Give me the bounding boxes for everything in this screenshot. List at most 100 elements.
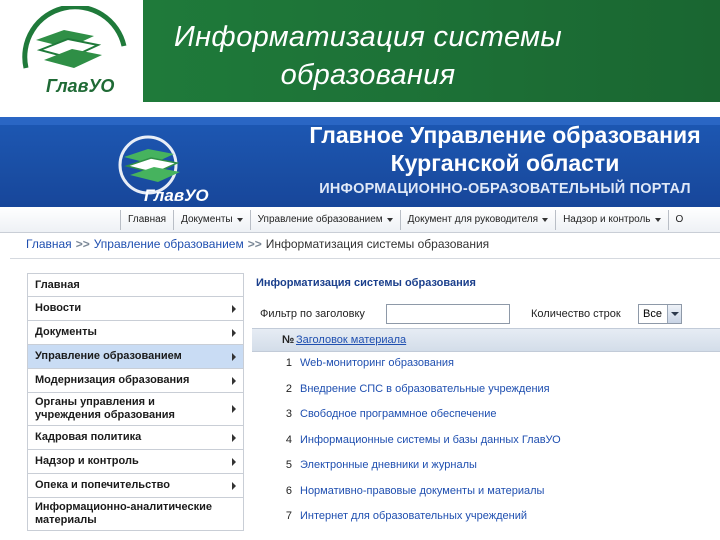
row-count-select[interactable]: Все (638, 304, 682, 324)
top-menu-item[interactable]: Надзор и контроль (555, 210, 667, 230)
column-header-title[interactable]: Заголовок материала (296, 334, 406, 346)
dropdown-button[interactable] (667, 305, 681, 323)
sidebar-item-label: Опека и попечительство (35, 479, 170, 491)
chevron-right-icon (232, 481, 236, 490)
filter-label: Фильтр по заголовку (260, 308, 365, 320)
caret-down-icon (654, 218, 661, 222)
sidebar-item-label: Главная (35, 278, 80, 291)
table-row: 2 Внедрение СПС в образовательные учрежде… (252, 378, 720, 402)
breadcrumb: Главная >> Управление образованием >> Информ… (26, 237, 489, 251)
row-number: 6 (285, 484, 292, 497)
breadcrumb-separator: >> (247, 237, 262, 251)
breadcrumb-link[interactable]: Главная (26, 237, 72, 251)
row-number: 7 (285, 510, 292, 522)
table-row: 7 Интернет для образовательных учреждений (252, 505, 720, 529)
content-divider (10, 258, 720, 259)
glavuo-logo: ГлавУО (6, 4, 138, 98)
portal-screenshot: ГлавУО Главное Управление образования Ку… (0, 117, 720, 540)
caret-down-icon (386, 218, 393, 222)
portal-subtitle: ИНФОРМАЦИОННО-ОБРАЗОВАТЕЛЬНЫЙ ПОРТАЛ (319, 181, 691, 197)
top-menu-label: Главная (128, 214, 167, 225)
breadcrumb-current: Информатизация системы образования (265, 237, 490, 251)
slide-header: ГлавУО Информатизация системы образовани… (0, 0, 720, 104)
sidebar-item[interactable]: Управление образованием (27, 345, 244, 369)
top-menu-item[interactable]: Документы (173, 210, 250, 230)
portal-header: ГлавУО Главное Управление образования Ку… (0, 117, 720, 207)
top-menu: Главная Документы Управление образованием Д… (0, 207, 720, 233)
sidebar-item[interactable]: Надзор и контроль (27, 450, 244, 474)
portal-title-line1: Главное Управление образования (309, 122, 701, 148)
column-header-number: № (282, 334, 295, 346)
sidebar-item[interactable]: Опека и попечительство (27, 474, 244, 498)
sidebar-item-label: Новости (35, 302, 82, 314)
top-menu-label: О (675, 214, 684, 225)
top-menu-label: Документы (181, 214, 233, 225)
row-number: 2 (285, 382, 292, 395)
row-title-link[interactable]: Интернет для образовательных учреждений (300, 510, 527, 522)
table-row: 4 Информационные системы и базы данных Гл… (252, 429, 720, 453)
sidebar-item-label: Документы (35, 326, 97, 338)
slide-title-line2: образования (280, 59, 456, 91)
sidebar-item[interactable]: Информационно-аналитические материалы (27, 498, 244, 531)
sidebar-item[interactable]: Модернизация образования (27, 369, 244, 393)
row-count-value: Все (643, 308, 662, 320)
top-menu-item[interactable]: Главная (120, 210, 173, 230)
top-menu-label: Документ для руководителя (407, 214, 539, 225)
sidebar-item-label: Модернизация образования (35, 374, 190, 386)
chevron-right-icon (232, 405, 236, 413)
sidebar-item[interactable]: Кадровая политика (27, 426, 244, 450)
table-row: 6 Нормативно-правовые документы и материа… (252, 480, 720, 504)
chevron-right-icon (232, 328, 236, 337)
top-menu-item[interactable]: Управление образованием (249, 210, 400, 230)
row-title-link[interactable]: Электронные дневники и журналы (300, 459, 477, 471)
svg-text:ГлавУО: ГлавУО (46, 76, 114, 96)
table-row: 3 Свободное программное обеспечение (252, 403, 720, 427)
row-number: 3 (285, 408, 292, 420)
chevron-right-icon (232, 376, 236, 385)
chevron-down-icon (671, 312, 679, 316)
top-menu-item[interactable]: О (667, 210, 691, 230)
slide-title: Информатизация системы образования (143, 18, 593, 94)
portal-title: Главное Управление образования Курганско… (290, 121, 720, 177)
row-number: 5 (285, 459, 292, 471)
row-title-link[interactable]: Web-мониторинг образования (300, 357, 454, 369)
chevron-right-icon (232, 352, 236, 361)
row-title-link[interactable]: Информационные системы и базы данных Гла… (300, 434, 561, 446)
sidebar-item-label: Информационно-аналитические материалы (35, 501, 212, 526)
caret-down-icon (236, 218, 243, 222)
chevron-right-icon (232, 304, 236, 313)
row-title-link[interactable]: Внедрение СПС в образовательные учрежден… (300, 383, 550, 395)
sidebar-item-label: Надзор и контроль (35, 455, 139, 467)
top-menu-items: Главная Документы Управление образованием Д… (120, 210, 690, 230)
portal-title-line2: Курганской области (390, 150, 620, 176)
row-number: 1 (285, 357, 292, 369)
chevron-right-icon (232, 433, 236, 442)
table-header: № Заголовок материала (252, 328, 720, 352)
breadcrumb-link[interactable]: Управление образованием (94, 237, 244, 251)
sidebar-item[interactable]: Новости (27, 297, 244, 321)
portal-logo[interactable]: ГлавУО (110, 129, 230, 207)
top-menu-item[interactable]: Документ для руководителя (399, 210, 555, 230)
sidebar-item-label: Органы управления и учреждения образован… (35, 396, 175, 421)
row-count-label: Количество строк (531, 308, 621, 320)
sidebar-item-label: Управление образованием (35, 350, 182, 362)
sidebar-menu: Главная Новости Документы Управление образо… (27, 273, 244, 531)
chevron-right-icon (232, 457, 236, 466)
table-row: 1 Web-мониторинг образования (252, 352, 720, 376)
sidebar-item[interactable]: Документы (27, 321, 244, 345)
slide-title-line1: Информатизация системы (174, 21, 562, 53)
top-menu-label: Надзор и контроль (563, 214, 651, 225)
caret-down-icon (542, 218, 549, 222)
table-row: 5 Электронные дневники и журналы (252, 454, 720, 478)
breadcrumb-separator: >> (75, 237, 90, 251)
sidebar-item-label: Кадровая политика (35, 431, 142, 443)
top-menu-label: Управление образованием (257, 214, 383, 225)
sidebar-item[interactable]: Главная (27, 273, 244, 297)
row-title-link[interactable]: Нормативно-правовые документы и материал… (300, 485, 544, 497)
sidebar-item[interactable]: Органы управления и учреждения образован… (27, 393, 244, 426)
row-title-link[interactable]: Свободное программное обеспечение (300, 408, 496, 420)
row-number: 4 (285, 433, 292, 446)
svg-text:ГлавУО: ГлавУО (144, 186, 209, 205)
page-title: Информатизация системы образования (256, 277, 476, 289)
filter-input[interactable] (386, 304, 510, 324)
